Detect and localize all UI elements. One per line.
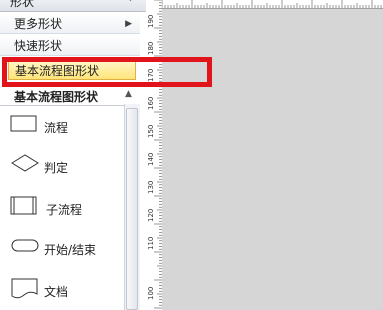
shape-document[interactable]: 文档 <box>10 276 120 306</box>
quick-shapes-label: 快速形状 <box>14 39 63 53</box>
process-rectangle-icon <box>10 115 37 132</box>
shape-label: 子流程 <box>46 203 83 217</box>
collapse-icon[interactable]: ‹ <box>128 0 132 5</box>
shape-decision[interactable]: 判定 <box>10 152 120 182</box>
ruler-label: 100 <box>147 286 155 300</box>
panel-title: 形状 <box>10 0 35 9</box>
shape-label: 判定 <box>44 161 69 175</box>
ruler-label: 110 <box>147 236 155 250</box>
panel-header: 形状 ‹ <box>0 0 146 12</box>
more-shapes-label: 更多形状 <box>14 17 63 31</box>
subprocess-icon <box>10 196 37 215</box>
shape-process[interactable]: 流程 <box>10 112 120 142</box>
shape-terminator[interactable]: 开始/结束 <box>10 234 120 264</box>
shape-label: 文档 <box>44 285 69 299</box>
top-ruler-ticks <box>162 0 382 8</box>
stencil-title: 基本流程图形状 <box>14 90 99 104</box>
horizontal-ruler <box>162 0 383 9</box>
ruler-label: 160 <box>147 96 155 110</box>
more-shapes-menu[interactable]: 更多形状 ▶ <box>0 14 140 34</box>
shapes-panel: 形状 ‹ 更多形状 ▶ 快速形状 基本流程图形状 基本流程图形状 ▲ 流程 判定… <box>0 0 147 310</box>
vertical-ruler: 190 180 170 160 150 140 130 120 110 100 <box>146 0 163 310</box>
ruler-label: 140 <box>147 152 155 166</box>
shape-label: 开始/结束 <box>44 243 97 257</box>
shape-label: 流程 <box>44 121 69 135</box>
ruler-label: 130 <box>147 180 155 194</box>
submenu-arrow-icon: ▶ <box>125 19 132 29</box>
ruler-label: 180 <box>147 41 155 55</box>
decision-diamond-icon <box>11 154 39 172</box>
document-icon <box>11 278 38 299</box>
stencil-header[interactable]: 基本流程图形状 ▲ <box>0 87 140 106</box>
ruler-label: 150 <box>147 124 155 138</box>
terminator-icon <box>11 239 39 252</box>
shape-subprocess[interactable]: 子流程 <box>10 194 120 224</box>
ruler-label: 190 <box>147 14 155 28</box>
stencil-scrollbar[interactable] <box>124 104 140 310</box>
quick-shapes-menu[interactable]: 快速形状 <box>0 36 140 56</box>
ruler-label: 120 <box>147 208 155 222</box>
drawing-canvas[interactable] <box>162 9 383 310</box>
scroll-up-arrow-icon[interactable]: ▲ <box>125 89 132 99</box>
scroll-thumb[interactable] <box>126 108 138 310</box>
annotation-highlight-box <box>2 57 212 87</box>
